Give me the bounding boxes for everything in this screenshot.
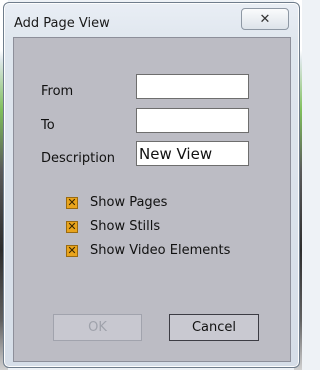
check-icon: ✕ <box>67 196 77 209</box>
to-field[interactable] <box>136 108 249 133</box>
close-icon: ✕ <box>259 11 271 27</box>
check-icon: ✕ <box>67 220 77 233</box>
show-stills-label: Show Stills <box>90 219 161 234</box>
close-button[interactable]: ✕ <box>241 8 289 30</box>
dialog-title: Add Page View <box>14 16 110 31</box>
cancel-button[interactable]: Cancel <box>169 314 259 341</box>
show-stills-checkbox[interactable]: ✕ <box>66 220 78 233</box>
from-field[interactable] <box>136 74 249 99</box>
show-stills-option[interactable]: ✕ Show Stills <box>66 219 160 234</box>
from-label: From <box>41 84 74 99</box>
show-video-elements-option[interactable]: ✕ Show Video Elements <box>66 243 230 258</box>
show-pages-label: Show Pages <box>90 195 168 210</box>
dialog-content: From To Description New View ✕ Show Page… <box>13 37 291 362</box>
ok-button[interactable]: OK <box>53 314 142 341</box>
check-icon: ✕ <box>67 244 77 257</box>
to-label: To <box>41 118 55 133</box>
show-video-elements-label: Show Video Elements <box>90 243 231 258</box>
add-page-view-dialog: Add Page View ✕ From To Description New … <box>3 2 300 368</box>
show-video-elements-checkbox[interactable]: ✕ <box>66 244 78 257</box>
description-field[interactable]: New View <box>136 141 249 166</box>
show-pages-checkbox[interactable]: ✕ <box>66 196 78 209</box>
show-pages-option[interactable]: ✕ Show Pages <box>66 195 167 210</box>
description-label: Description <box>41 151 116 166</box>
